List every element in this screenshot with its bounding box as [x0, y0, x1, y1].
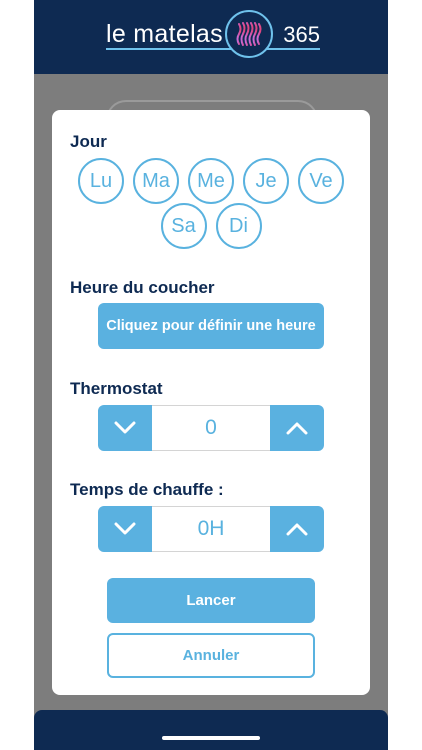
thermostat-title: Thermostat [70, 379, 163, 398]
thermostat-increase-button[interactable] [270, 405, 324, 451]
chevron-down-icon [114, 522, 136, 535]
day-button-lu[interactable]: Lu [78, 158, 124, 204]
day-button-ma[interactable]: Ma [133, 158, 179, 204]
bedtime-title: Heure du coucher [70, 278, 215, 297]
day-button-ve[interactable]: Ve [298, 158, 344, 204]
app-screen: le matelas 365 Jour Lu Ma Me Je Ve Sa Di… [34, 0, 388, 750]
home-indicator[interactable] [162, 736, 260, 740]
thermostat-stepper: 0 [98, 405, 324, 451]
chevron-up-icon [286, 422, 308, 435]
app-header: le matelas 365 [34, 0, 388, 74]
day-button-me[interactable]: Me [188, 158, 234, 204]
thermostat-value: 0 [152, 405, 270, 451]
day-button-di[interactable]: Di [215, 203, 262, 249]
cancel-button[interactable]: Annuler [107, 633, 315, 678]
day-selector-row-1: Lu Ma Me Je Ve [52, 158, 370, 204]
brand-logo: le matelas 365 [106, 10, 320, 66]
logo-underline [106, 48, 320, 50]
chevron-down-icon [114, 421, 136, 434]
logo-text-left: le matelas [106, 20, 223, 48]
heating-increase-button[interactable] [270, 506, 324, 552]
day-section-title: Jour [70, 132, 107, 151]
set-bedtime-button[interactable]: Cliquez pour définir une heure [98, 303, 324, 349]
bottom-navigation-bar [34, 710, 388, 750]
heating-decrease-button[interactable] [98, 506, 152, 552]
thermostat-decrease-button[interactable] [98, 405, 152, 451]
logo-text-right: 365 [283, 22, 320, 47]
day-button-sa[interactable]: Sa [160, 203, 207, 249]
chevron-up-icon [286, 523, 308, 536]
heating-time-value: 0H [152, 506, 270, 552]
heating-time-title: Temps de chauffe : [70, 480, 224, 499]
launch-button[interactable]: Lancer [107, 578, 315, 623]
day-button-je[interactable]: Je [243, 158, 289, 204]
heating-time-stepper: 0H [98, 506, 324, 552]
schedule-modal: Jour Lu Ma Me Je Ve Sa Di Heure du couch… [52, 110, 370, 695]
day-selector-row-2: Sa Di [52, 203, 370, 249]
wave-icon [225, 10, 273, 58]
